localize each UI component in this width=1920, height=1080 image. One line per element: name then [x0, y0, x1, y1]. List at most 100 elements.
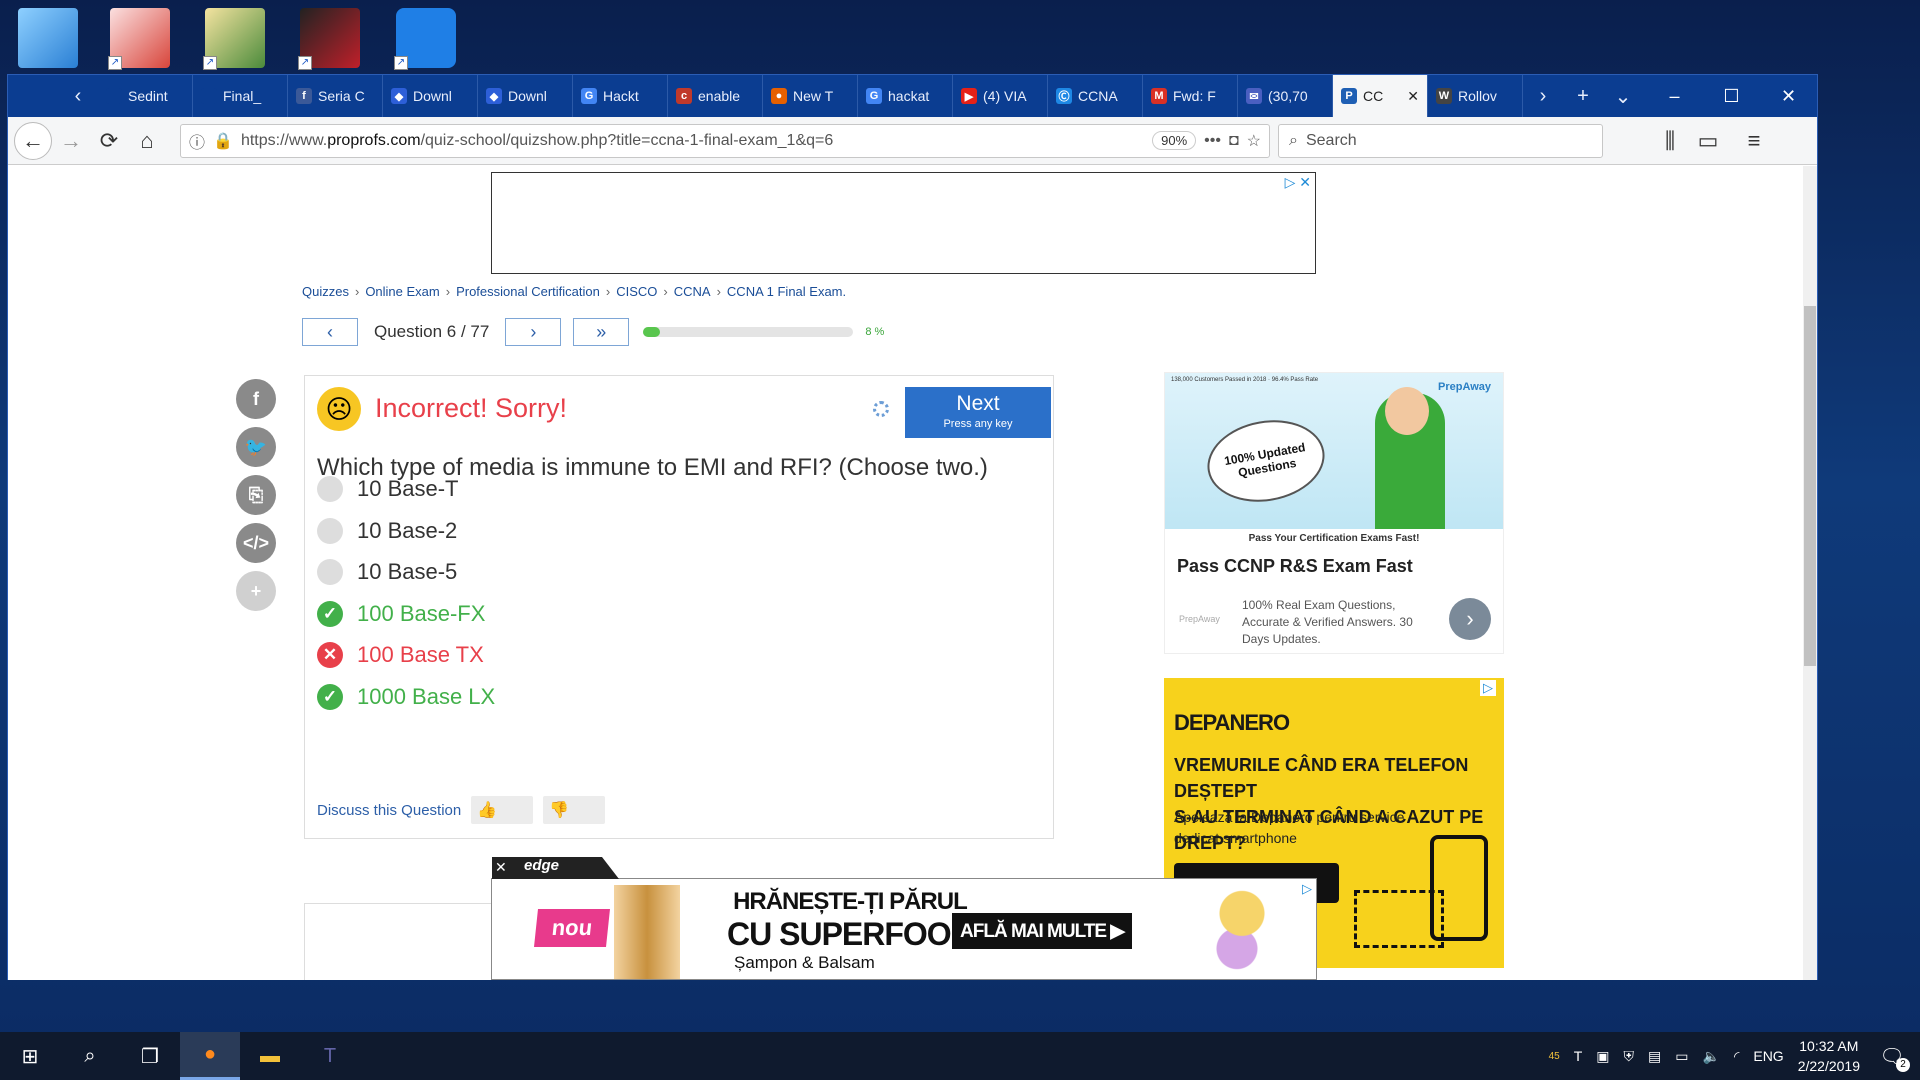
tab-list-dropdown-icon[interactable]: ⌄	[1603, 84, 1643, 109]
breadcrumb-link[interactable]: Online Exam	[365, 284, 439, 299]
teams-tray-icon[interactable]: T	[1574, 1048, 1583, 1064]
more-share-icon[interactable]: +	[236, 571, 276, 611]
browser-tab[interactable]: ● New T	[763, 75, 858, 117]
pantene-cta-button[interactable]: AFLĂ MAI MULTE ▶	[952, 913, 1132, 949]
browser-tab[interactable]: M Fwd: F	[1143, 75, 1238, 117]
back-button[interactable]: ←	[14, 121, 52, 160]
bookmark-star-icon[interactable]: ☆	[1247, 131, 1261, 151]
answer-option[interactable]: 10 Base-2	[317, 517, 457, 544]
start-button[interactable]: ⊞	[0, 1032, 60, 1080]
adchoices-icon[interactable]: ▷ ✕	[1285, 174, 1311, 191]
browser-tab[interactable]: W Rollov	[1428, 75, 1523, 117]
info-icon[interactable]: ⓘ	[189, 129, 205, 153]
answer-option[interactable]: 10 Base-T	[317, 476, 459, 502]
lock-warning-icon[interactable]: 🔒	[213, 131, 233, 151]
task-view-icon[interactable]: ❐	[120, 1032, 180, 1080]
embed-code-icon[interactable]: </>	[236, 523, 276, 563]
breadcrumb-link[interactable]: CISCO	[616, 284, 657, 299]
prepaway-go-button[interactable]: ›	[1449, 598, 1491, 640]
tab-favicon-icon: c	[676, 88, 692, 104]
scrollbar-thumb[interactable]	[1804, 306, 1816, 666]
thumbs-down-button[interactable]: 👎	[543, 796, 606, 824]
desktop-icon-slides[interactable]: ↗	[108, 8, 170, 70]
browser-tab[interactable]: Final_	[193, 75, 288, 117]
answer-option[interactable]: ✓ 100 Base-FX	[317, 600, 485, 627]
shortcut-arrow-icon: ↗	[298, 56, 312, 70]
tray-app-icon[interactable]: ▤	[1648, 1048, 1661, 1065]
facebook-icon[interactable]: f	[236, 379, 276, 419]
browser-tab[interactable]: c enable	[668, 75, 763, 117]
next-question-button[interactable]: ›	[505, 318, 562, 346]
adchoices-icon[interactable]: ▷	[1480, 680, 1496, 696]
menu-icon[interactable]: ≡	[1735, 122, 1773, 160]
url-bar[interactable]: ⓘ 🔒 https://www.proprofs.com/quiz-school…	[180, 123, 1270, 158]
volume-icon[interactable]: 🔈	[1703, 1048, 1720, 1065]
breadcrumb-link[interactable]: CCNA 1 Final Exam.	[727, 284, 846, 299]
forward-button[interactable]: →	[52, 122, 90, 160]
battery-icon[interactable]: ▭	[1675, 1048, 1688, 1065]
maximize-icon[interactable]: ☐	[1703, 86, 1760, 107]
browser-tab[interactable]: ▶ (4) VIA	[953, 75, 1048, 117]
browser-tab[interactable]: P CC ✕	[1333, 75, 1428, 117]
desktop-icon-teamviewer[interactable]: ↗	[394, 8, 456, 70]
file-explorer-icon[interactable]: ▬	[240, 1032, 300, 1080]
clock[interactable]: 10:32 AM 2/22/2019	[1798, 1036, 1860, 1076]
notifications-icon[interactable]: 🗨 2	[1874, 1038, 1910, 1074]
browser-tab[interactable]: Ⓒ CCNA	[1048, 75, 1143, 117]
breadcrumb-link[interactable]: Quizzes	[302, 284, 349, 299]
answer-option[interactable]: 10 Base-5	[317, 559, 457, 585]
tab-label: CCNA	[1078, 88, 1118, 104]
new-tab-icon[interactable]: +	[1563, 85, 1603, 108]
answer-option[interactable]: ✓ 1000 Base LX	[317, 683, 495, 710]
firefox-taskbar-icon[interactable]: ●	[180, 1032, 240, 1080]
vertical-scrollbar[interactable]	[1803, 166, 1817, 980]
close-tab-icon[interactable]: ✕	[1407, 88, 1419, 105]
thumbs-up-button[interactable]: 👍	[471, 796, 534, 824]
browser-tab[interactable]: ◆ Downl	[478, 75, 573, 117]
top-ad-banner[interactable]: ▷ ✕	[491, 172, 1316, 274]
reload-button[interactable]: ⟳	[90, 122, 128, 160]
minimize-icon[interactable]: –	[1646, 86, 1703, 107]
tab-favicon-icon: M	[1151, 88, 1167, 104]
home-button[interactable]: ⌂	[128, 122, 166, 160]
next-button[interactable]: Next Press any key	[905, 387, 1051, 438]
adchoices-icon[interactable]: ▷	[1302, 881, 1312, 897]
twitter-icon[interactable]: 🐦	[236, 427, 276, 467]
browser-tab[interactable]: Ghackat	[858, 75, 953, 117]
copy-icon[interactable]: ⎘	[236, 475, 276, 515]
breadcrumb-separator: ›	[605, 284, 611, 299]
browser-tab[interactable]: ◆ Downl	[383, 75, 478, 117]
last-question-button[interactable]: »	[573, 318, 630, 346]
tabs-scroll-left-icon[interactable]: ‹	[58, 85, 98, 108]
sidebar-icon[interactable]: ▭	[1689, 122, 1727, 160]
defender-icon[interactable]: ⛨	[1624, 1048, 1635, 1065]
search-box[interactable]: ⌕ Search	[1278, 123, 1603, 158]
prev-question-button[interactable]: ‹	[302, 318, 358, 346]
close-ad-icon[interactable]: ✕	[495, 859, 507, 876]
zoom-level[interactable]: 90%	[1152, 131, 1197, 150]
tray-app-icon[interactable]: ▣	[1596, 1048, 1609, 1065]
tab-favicon-icon: f	[296, 88, 312, 104]
language-indicator[interactable]: ENG	[1753, 1048, 1783, 1064]
desktop-icon-computer[interactable]	[18, 8, 78, 68]
library-icon[interactable]: ⫼	[1651, 122, 1689, 160]
teams-icon[interactable]: T	[300, 1032, 360, 1080]
desktop-icon-mail-search[interactable]: ↗	[203, 8, 265, 70]
browser-tab[interactable]: ✉ (30,70	[1238, 75, 1333, 117]
browser-tab[interactable]: G Hackt	[573, 75, 668, 117]
pocket-icon[interactable]: ◘	[1229, 132, 1239, 150]
discuss-link[interactable]: Discuss this Question	[317, 802, 461, 819]
breadcrumb-link[interactable]: Professional Certification	[456, 284, 600, 299]
search-taskbar-icon[interactable]: ⌕	[60, 1032, 120, 1080]
desktop-icon-app-red[interactable]: ↗	[298, 8, 360, 70]
tabs-scroll-right-icon[interactable]: ›	[1523, 85, 1563, 108]
close-window-icon[interactable]: ✕	[1760, 86, 1817, 107]
browser-tab[interactable]: f Seria C	[288, 75, 383, 117]
breadcrumb-link[interactable]: CCNA	[674, 284, 711, 299]
answer-option[interactable]: ✕ 100 Base TX	[317, 642, 484, 668]
browser-tab[interactable]: Sedint	[98, 75, 193, 117]
page-actions-icon[interactable]: •••	[1204, 132, 1221, 150]
wifi-icon[interactable]: ◜	[1734, 1048, 1739, 1065]
pantene-ad[interactable]: edge ✕ ▷ nou HRĂNEȘTE-ȚI PĂRUL CU SUPERFO…	[491, 857, 1317, 980]
prepaway-ad[interactable]: 138,000 Customers Passed in 2018 · 96.4%…	[1164, 372, 1504, 654]
